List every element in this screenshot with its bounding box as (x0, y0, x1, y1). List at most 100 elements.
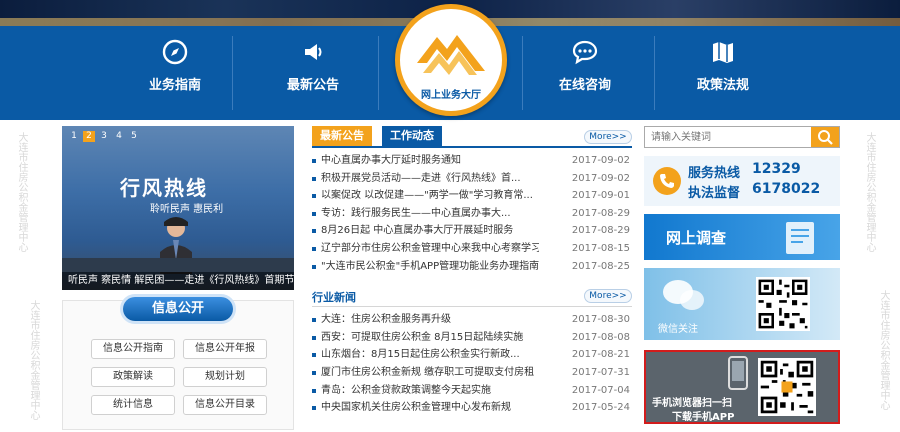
list-item[interactable]: 厦门市住房公积金新规 缴存职工可提取支付房租 2017-07-31 (312, 364, 632, 382)
search-box (644, 126, 840, 148)
slider-page-2[interactable]: 2 (83, 131, 95, 142)
planning-button[interactable]: 规划计划 (183, 367, 267, 387)
wechat-qr-code (756, 277, 810, 331)
news-date: 2017-09-02 (571, 155, 630, 166)
mobile-phone-icon (728, 356, 748, 390)
nav-item-label: 政策法规 (696, 78, 749, 93)
list-item[interactable]: 积极开展党员活动——走进《行风热线》首... 2017-09-02 (312, 170, 632, 188)
industry-news-list: 大连：住房公积金服务再升级 2017-08-30 西安：可提取住房公积金 8月15… (312, 311, 632, 417)
news-slider[interactable]: 1 2 3 4 5 行风热线 聆听民声 惠民利 听民声 察民情 解民困——走进《… (62, 126, 294, 290)
online-hall-label: 网上业务大厅 (421, 90, 481, 101)
slider-headline: 行风热线 (120, 176, 208, 200)
list-item[interactable]: 中央国家机关住房公积金管理中心发布新规 2017-05-24 (312, 399, 632, 417)
tab-latest-announcements[interactable]: 最新公告 (312, 126, 372, 146)
supervise-label: 执法监督 (688, 186, 741, 201)
news-date: 2017-08-30 (571, 314, 630, 326)
list-item[interactable]: 西安：可提取住房公积金 8月15日起陆续实施 2017-08-08 (312, 329, 632, 347)
watermark: 大连市住房公积金管理中心 (864, 132, 875, 252)
slider-pager: 1 2 3 4 5 (68, 131, 140, 142)
news-date: 2017-07-04 (571, 384, 630, 396)
list-item[interactable]: 辽宁部分市住房公积金管理中心来我中心考察学习 2017-08-15 (312, 240, 632, 258)
tab-work-news[interactable]: 工作动态 (382, 126, 442, 146)
news-title[interactable]: 以案促改 以改促建——"两学一做"学习教育常... (321, 187, 539, 205)
hotline-card[interactable]: 服务热线 12329 执法监督 6178022 (644, 156, 840, 206)
news-date: 2017-08-29 (571, 207, 630, 219)
news-title[interactable]: 积极开展党员活动——走进《行风热线》首... (321, 170, 539, 188)
list-item[interactable]: 中心直属办事大厅延时服务通知 2017-09-02 (312, 152, 632, 170)
news-title[interactable]: 山东烟台：8月15日起住房公积金实行新政... (321, 346, 539, 364)
list-item[interactable]: 大连：住房公积金服务再升级 2017-08-30 (312, 311, 632, 329)
list-item[interactable]: 以案促改 以改促建——"两学一做"学习教育常... 2017-09-01 (312, 187, 632, 205)
hotline-label: 服务热线 (688, 166, 741, 181)
news-column: 最新公告 工作动态 More>> 中心直属办事大厅延时服务通知 2017-09-0… (312, 126, 632, 417)
mobile-app-download-banner[interactable]: 手机浏览器扫一扫 下载手机APP (644, 350, 840, 424)
nav-item-announcements[interactable]: 最新公告 (258, 26, 368, 120)
slider-page-3[interactable]: 3 (98, 131, 110, 142)
news-more-link[interactable]: More>> (584, 130, 632, 144)
news-title[interactable]: 辽宁部分市住房公积金管理中心来我中心考察学习 (321, 240, 539, 258)
nav-item-policy[interactable]: 政策法规 (668, 26, 778, 120)
info-public-catalog-button[interactable]: 信息公开目录 (183, 395, 267, 415)
supervise-number: 6178022 (752, 181, 821, 197)
watermark: 大连市住房公积金管理中心 (16, 132, 27, 252)
online-hall-logo-icon (417, 35, 485, 75)
search-input[interactable] (645, 127, 809, 147)
nav-item-online-consult[interactable]: 在线咨询 (530, 26, 640, 120)
news-title[interactable]: 8月26日起 中心直属办事大厅开展延时服务 (321, 222, 539, 240)
watermark: 大连市住房公积金管理中心 (878, 290, 889, 410)
online-hall-button[interactable]: 网上业务大厅 (395, 4, 507, 116)
slider-page-5[interactable]: 5 (128, 131, 140, 142)
right-sidebar: 服务热线 12329 执法监督 6178022 网上调查 微信关注 手机浏览 (644, 126, 840, 424)
chat-icon (572, 40, 598, 65)
info-public-title: 信息公开 (123, 297, 233, 321)
news-date: 2017-09-02 (571, 172, 630, 184)
list-item[interactable]: 8月26日起 中心直属办事大厅开展延时服务 2017-08-29 (312, 222, 632, 240)
slider-subline: 聆听民声 惠民利 (150, 204, 224, 215)
news-title[interactable]: 中心直属办事大厅延时服务通知 (321, 152, 539, 170)
megaphone-icon (305, 44, 322, 60)
info-public-guide-button[interactable]: 信息公开指南 (91, 339, 175, 359)
nav-item-business-guide[interactable]: 业务指南 (120, 26, 230, 120)
news-title[interactable]: 青岛：公积金贷款政策调整今天起实施 (321, 382, 539, 400)
news-title[interactable]: 厦门市住房公积金新规 缴存职工可提取支付房租 (321, 364, 539, 382)
news-title[interactable]: 西安：可提取住房公积金 8月15日起陆续实施 (321, 329, 539, 347)
statistics-button[interactable]: 统计信息 (91, 395, 175, 415)
app-download-text: 下载手机APP (672, 412, 735, 423)
policy-interpretation-button[interactable]: 政策解读 (91, 367, 175, 387)
news-tabs: 最新公告 工作动态 More>> (312, 126, 632, 148)
news-date: 2017-08-15 (571, 242, 630, 254)
map-book-icon (713, 42, 733, 63)
news-title[interactable]: "大连市民公积金"手机APP管理功能业务办理指南 (321, 258, 539, 276)
info-public-annual-report-button[interactable]: 信息公开年报 (183, 339, 267, 359)
slider-page-4[interactable]: 4 (113, 131, 125, 142)
survey-document-icon (786, 222, 814, 254)
industry-more-link[interactable]: More>> (584, 289, 632, 304)
online-survey-banner[interactable]: 网上调查 (644, 214, 840, 260)
wechat-label: 微信关注 (658, 324, 698, 335)
wechat-qr-banner[interactable]: 微信关注 (644, 268, 840, 340)
news-date: 2017-07-31 (571, 366, 630, 378)
slider-caption[interactable]: 听民声 察民情 解民困——走进《行风热线》首期节 (62, 272, 294, 290)
news-date: 2017-08-08 (571, 331, 630, 343)
slider-page-1[interactable]: 1 (68, 131, 80, 142)
app-qr-code (758, 358, 816, 416)
search-icon (818, 130, 833, 145)
info-public-panel: 信息公开 信息公开指南 信息公开年报 政策解读 规划计划 统计信息 信息公开目录 (62, 297, 294, 430)
nav-item-label: 在线咨询 (558, 78, 611, 93)
news-date: 2017-08-25 (571, 260, 630, 272)
list-item[interactable]: "大连市民公积金"手机APP管理功能业务办理指南 2017-08-25 (312, 258, 632, 276)
list-item[interactable]: 山东烟台：8月15日起住房公积金实行新政... 2017-08-21 (312, 346, 632, 364)
list-item[interactable]: 青岛：公积金贷款政策调整今天起实施 2017-07-04 (312, 382, 632, 400)
search-button[interactable] (811, 127, 839, 147)
news-date: 2017-05-24 (571, 402, 630, 414)
industry-news-title: 行业新闻 (312, 291, 356, 305)
news-date: 2017-08-29 (571, 225, 630, 237)
news-title[interactable]: 中央国家机关住房公积金管理中心发布新规 (321, 399, 539, 417)
list-item[interactable]: 专访：践行服务民生——中心直属办事大... 2017-08-29 (312, 205, 632, 223)
news-title[interactable]: 专访：践行服务民生——中心直属办事大... (321, 205, 539, 223)
nav-item-label: 业务指南 (148, 78, 201, 93)
phone-icon (653, 167, 681, 195)
news-title[interactable]: 大连：住房公积金服务再升级 (321, 311, 539, 329)
app-scan-text: 手机浏览器扫一扫 (652, 398, 732, 409)
news-date: 2017-09-01 (571, 190, 630, 202)
